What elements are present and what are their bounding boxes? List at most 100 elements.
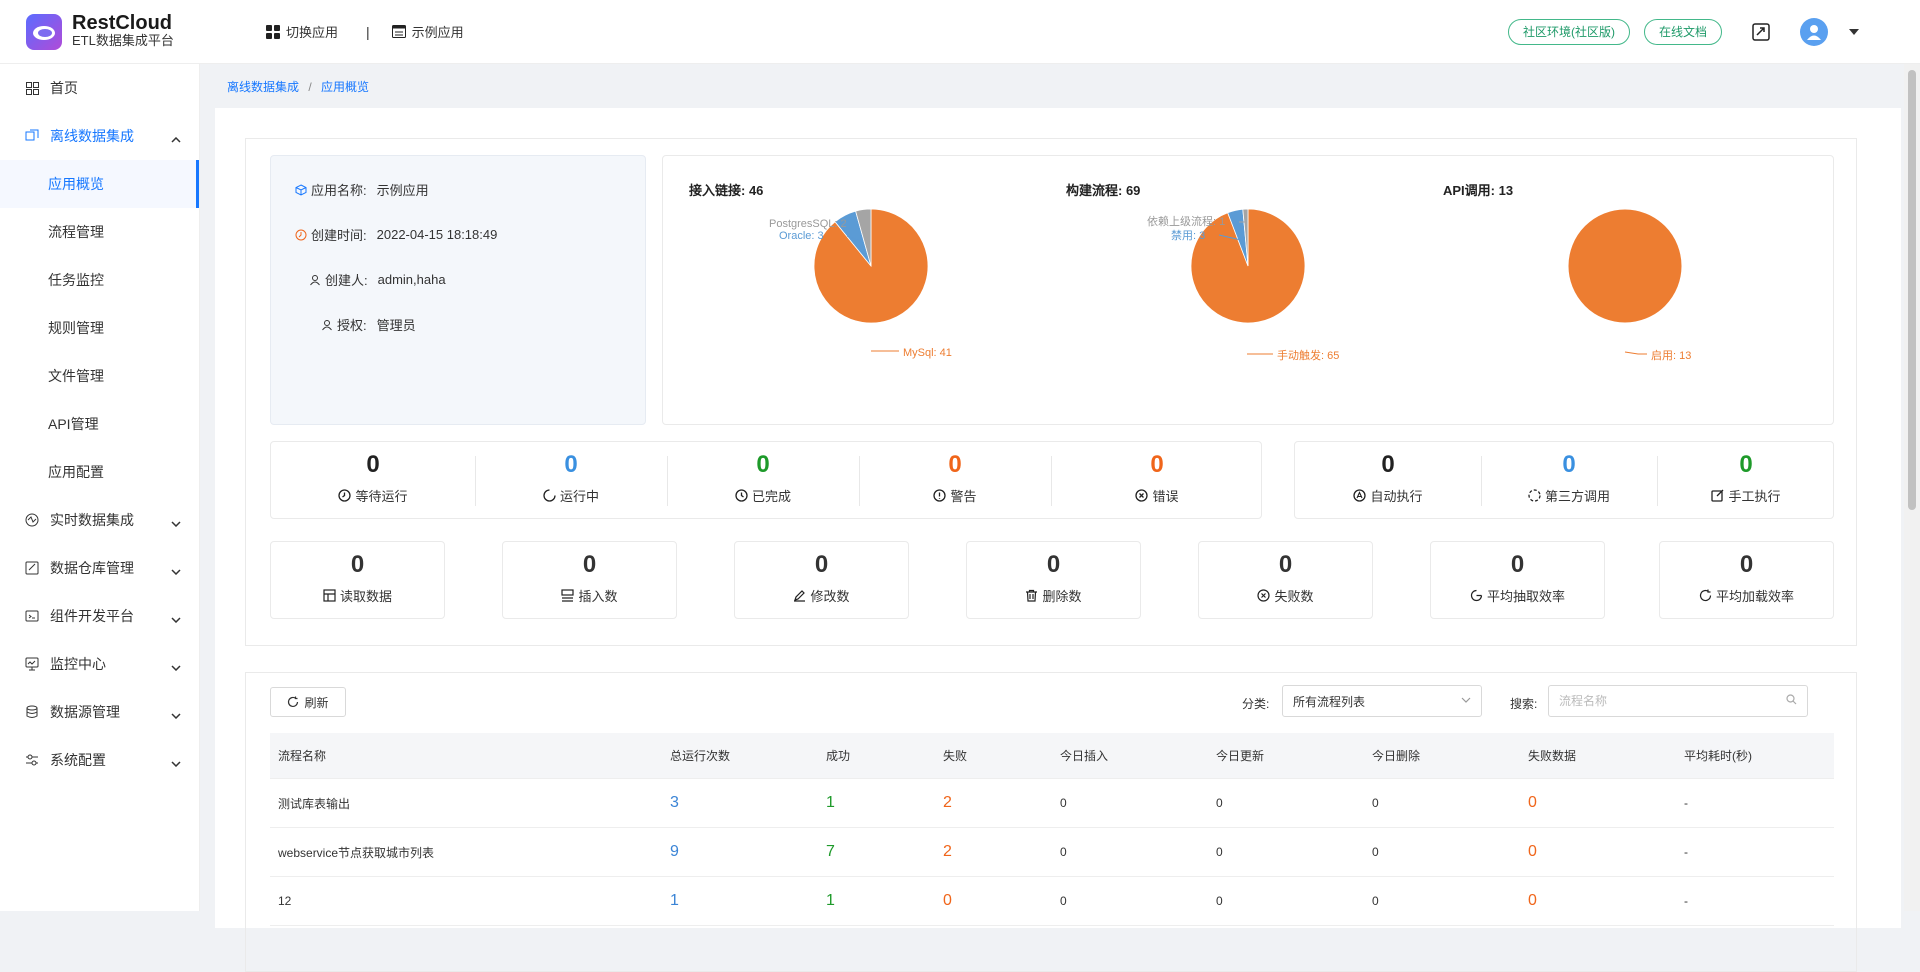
overview-panel: 应用名称: 示例应用 创建时间: 2022-04-15 18:18:49 创建人…: [215, 108, 1901, 972]
info-auth: 授权: 管理员: [321, 315, 416, 334]
card-insert-label: 插入数: [578, 589, 618, 604]
table-cell: 0: [1528, 843, 1537, 860]
table-cell: 9: [670, 843, 679, 860]
online-docs-button[interactable]: 在线文档: [1643, 18, 1722, 45]
card-load-rate[interactable]: 0 平均加载效率: [1659, 541, 1834, 619]
sidebar-sub-config[interactable]: 应用配置: [0, 448, 199, 496]
info-app-name: 应用名称: 示例应用: [295, 180, 429, 199]
pie-label-postgres: PostgresSQL: 2: [769, 218, 847, 230]
stat-error[interactable]: 0 错误: [1051, 442, 1263, 520]
sidebar-item-component[interactable]: 组件开发平台: [0, 592, 199, 640]
category-select[interactable]: 所有流程列表: [1282, 685, 1482, 717]
table-cell: 1: [826, 892, 835, 909]
card-extract-rate[interactable]: 0 平均抽取效率: [1430, 541, 1605, 619]
table-cell: 0: [1372, 894, 1379, 908]
card-load-value: 0: [1739, 551, 1754, 578]
table-cell: -: [1684, 845, 1688, 859]
card-update[interactable]: 0 修改数: [734, 541, 909, 619]
table-icon: [323, 589, 336, 602]
col-today-update[interactable]: 今日更新: [1216, 733, 1264, 778]
stat-warning-value: 0: [948, 451, 962, 478]
app-subtitle: ETL数据集成平台: [72, 32, 174, 48]
table-row[interactable]: 测试库表输出 3 1 2 0 0 0 0 -: [270, 779, 1834, 828]
user-icon: [310, 274, 320, 285]
search-input[interactable]: [1548, 685, 1808, 717]
stat-done-value: 0: [756, 451, 770, 478]
card-read[interactable]: 0 读取数据: [270, 541, 445, 619]
card-delete[interactable]: 0 删除数: [966, 541, 1141, 619]
stat-done[interactable]: 0 已完成: [667, 442, 859, 520]
stat-third-party[interactable]: 0 第三方调用: [1481, 442, 1657, 520]
pie-slice: [1567, 208, 1683, 324]
scrollbar-thumb[interactable]: [1908, 70, 1916, 510]
sidebar-sub-files[interactable]: 文件管理: [0, 352, 199, 400]
col-today-delete[interactable]: 今日删除: [1372, 733, 1420, 778]
stat-warning[interactable]: 0 警告: [859, 442, 1051, 520]
header-separator: |: [366, 23, 370, 40]
refresh-button[interactable]: 刷新: [270, 687, 346, 717]
table-row[interactable]: 12 1 1 0 0 0 0 0 -: [270, 877, 1834, 926]
col-total-runs[interactable]: 总运行次数: [670, 733, 730, 778]
flow-name-cell[interactable]: webservice节点获取城市列表: [278, 828, 434, 876]
share-icon[interactable]: [1752, 22, 1770, 41]
sidebar-item-realtime[interactable]: 实时数据集成: [0, 496, 199, 544]
sidebar-sub-rules[interactable]: 规则管理: [0, 304, 199, 352]
sidebar-sub-api[interactable]: API管理: [0, 400, 199, 448]
sidebar-sub-flow[interactable]: 流程管理: [0, 208, 199, 256]
col-fail-data[interactable]: 失败数据: [1528, 733, 1576, 778]
stat-third-label: 第三方调用: [1544, 489, 1610, 504]
card-read-label: 读取数据: [339, 589, 392, 604]
charts-card: 接入链接: 46 构建流程: 69 API调用: 13 MySql: 41 Or…: [662, 155, 1834, 425]
chevron-down-icon: [171, 658, 181, 674]
flow-table-box: 刷新 分类: 所有流程列表 搜索: 流程名称 总运行次数 成功 失败 今日插入 …: [245, 672, 1857, 972]
flow-name-cell[interactable]: 测试库表输出: [278, 779, 350, 827]
stat-warning-label: 警告: [950, 489, 977, 504]
sidebar-sub-overview[interactable]: 应用概览: [0, 160, 199, 208]
auth-value: 管理员: [376, 318, 416, 333]
sidebar-item-system[interactable]: 系统配置: [0, 736, 199, 784]
user-avatar[interactable]: [1800, 17, 1828, 46]
creator-label: 创建人:: [325, 273, 368, 288]
col-today-insert[interactable]: 今日插入: [1060, 733, 1108, 778]
breadcrumb-root[interactable]: 离线数据集成: [227, 80, 299, 94]
sidebar-sub-task[interactable]: 任务监控: [0, 256, 199, 304]
code-icon: [24, 608, 40, 624]
col-fail[interactable]: 失败: [943, 733, 967, 778]
cube-icon: [295, 183, 307, 196]
stat-auto[interactable]: 0 自动执行: [1295, 442, 1481, 520]
table-cell: 0: [1060, 796, 1067, 810]
sidebar-item-monitor[interactable]: 监控中心: [0, 640, 199, 688]
logo[interactable]: RestCloud ETL数据集成平台: [26, 13, 256, 50]
sidebar-item-label: 组件开发平台: [50, 608, 134, 624]
sidebar-item-home[interactable]: 首页: [0, 64, 199, 112]
stat-error-value: 0: [1150, 451, 1164, 478]
user-menu-caret-icon[interactable]: [1848, 28, 1860, 36]
stat-running[interactable]: 0 运行中: [475, 442, 667, 520]
example-app-button[interactable]: 示例应用: [391, 22, 464, 41]
sidebar-item-datasource[interactable]: 数据源管理: [0, 688, 199, 736]
chevron-down-icon: [171, 610, 181, 626]
stat-manual-label: 手工执行: [1728, 489, 1781, 504]
sidebar-item-offline[interactable]: 离线数据集成: [0, 112, 199, 160]
sidebar-item-warehouse[interactable]: 数据仓库管理: [0, 544, 199, 592]
col-flow-name[interactable]: 流程名称: [278, 733, 326, 778]
table-header-row: 流程名称 总运行次数 成功 失败 今日插入 今日更新 今日删除 失败数据 平均耗…: [270, 733, 1834, 779]
col-avg-time[interactable]: 平均耗时(秒): [1684, 733, 1752, 778]
page-scrollbar[interactable]: [1904, 64, 1920, 911]
table-row[interactable]: webservice节点获取城市列表 9 7 2 0 0 0 0 -: [270, 828, 1834, 877]
pie-label-disabled: 禁用: 3: [1171, 229, 1205, 242]
switch-app-button[interactable]: 切换应用: [266, 22, 338, 41]
close-circle-icon: [1135, 489, 1149, 502]
flow-name-cell[interactable]: 12: [278, 877, 291, 925]
chevron-down-icon: [171, 562, 181, 578]
stat-pending[interactable]: 0 等待运行: [271, 442, 475, 520]
pie-charts: MySql: 41 Oracle: 3 PostgresSQL: 2 手动触发:…: [769, 208, 1691, 362]
card-insert[interactable]: 0 插入数: [502, 541, 677, 619]
switch-app-label: 切换应用: [286, 25, 339, 40]
card-failed[interactable]: 0 失败数: [1198, 541, 1373, 619]
app-info-card: 应用名称: 示例应用 创建时间: 2022-04-15 18:18:49 创建人…: [270, 155, 646, 425]
card-delete-value: 0: [1046, 551, 1061, 578]
col-success[interactable]: 成功: [826, 733, 850, 778]
stat-manual[interactable]: 0 手工执行: [1657, 442, 1835, 520]
community-env-badge[interactable]: 社区环境(社区版): [1507, 18, 1630, 45]
